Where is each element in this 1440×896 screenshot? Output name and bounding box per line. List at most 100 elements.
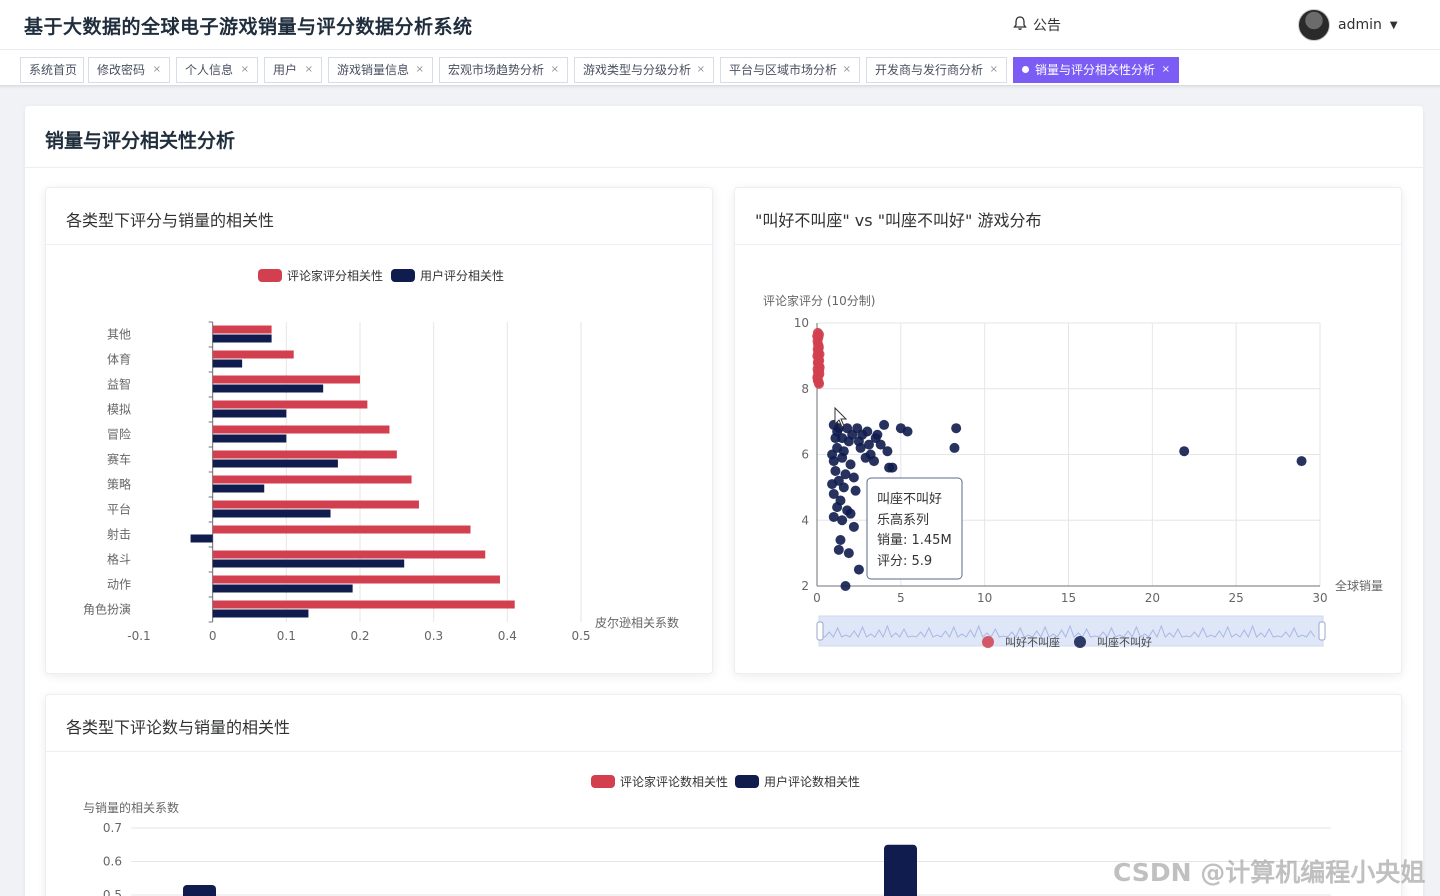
- bestseller-point: [843, 436, 854, 447]
- close-icon[interactable]: ×: [305, 58, 313, 82]
- x-tick-label: 0.4: [498, 629, 517, 643]
- y-axis-title: 评论家评分 (10分制): [763, 293, 875, 308]
- tab-2[interactable]: 修改密码 ×: [88, 57, 170, 83]
- scatter-distribution-card: "叫好不叫座" vs "叫座不叫好" 游戏分布 评论家评分 (10分制) 2 4 6 8…: [734, 187, 1402, 674]
- y-tick-label: 2: [801, 579, 809, 593]
- user-bar: [212, 609, 309, 618]
- genre-score-correlation-chart: 评论家评分相关性 用户评分相关性 -0.1 0 0.1 0.2 0.3 0.4 0.5 其他体育益…: [83, 268, 679, 643]
- x-tick-label: 0.3: [424, 629, 443, 643]
- category-label: 平台: [107, 502, 131, 517]
- y-axis-title: 与销量的相关系数: [83, 800, 179, 815]
- category-label: 益智: [107, 377, 131, 392]
- x-axis-title: 全球销量: [1335, 578, 1383, 593]
- bestseller-point: [832, 502, 843, 513]
- tags-view: 系统首页 修改密码 × 个人信息 × 用户 × 游戏销量信息 × 宏观市场趋势分析 × 游戏类型与分级…: [0, 50, 1440, 86]
- category-label: 模拟: [107, 403, 131, 417]
- user-bar: [212, 559, 405, 568]
- caret-down-icon: ▼: [1389, 19, 1398, 31]
- bestseller-point: [949, 442, 960, 453]
- notice-button[interactable]: 公告: [1012, 15, 1061, 35]
- tab-label: 修改密码: [97, 63, 146, 77]
- tab-label: 销量与评分相关性分析: [1035, 63, 1156, 77]
- bestseller-point: [837, 452, 848, 463]
- bestseller-point: [838, 482, 849, 493]
- genre-score-correlation-card: 各类型下评分与销量的相关性 评论家评分相关性 用户评分相关性 -0.1 0 0.1 0.2…: [45, 187, 713, 674]
- tab-8[interactable]: 平台与区域市场分析 ×: [720, 57, 860, 83]
- legend-swatch: [258, 269, 282, 282]
- tab-9[interactable]: 开发商与发行商分析 ×: [866, 57, 1007, 83]
- tooltip-category: 叫座不叫好: [877, 492, 942, 507]
- close-icon[interactable]: ×: [843, 58, 851, 82]
- category-label: 策略: [107, 477, 131, 492]
- y-tick-label: 0.7: [103, 821, 122, 835]
- x-tick-label: 0.1: [277, 629, 296, 643]
- divider: [25, 167, 1423, 168]
- tooltip-score: 评分: 5.9: [877, 554, 932, 569]
- tab-5[interactable]: 游戏销量信息 ×: [328, 57, 433, 83]
- user-bar: [212, 459, 338, 468]
- tab-4[interactable]: 用户 ×: [264, 57, 322, 83]
- x-tick-label: 30: [1312, 591, 1327, 605]
- close-icon[interactable]: ×: [697, 58, 705, 82]
- y-tick-label: 6: [801, 448, 809, 462]
- user-bar: [212, 334, 272, 343]
- tooltip-sales: 销量: 1.45M: [877, 533, 952, 548]
- top-navbar: 基于大数据的全球电子游戏销量与评分数据分析系统 公告 admin ▼: [0, 0, 1440, 50]
- avatar[interactable]: [1298, 9, 1330, 41]
- category-label: 体育: [107, 352, 131, 367]
- critic-bar: [212, 375, 360, 384]
- tab-label: 开发商与发行商分析: [875, 63, 984, 77]
- user-bar: [212, 359, 243, 368]
- category-label: 赛车: [107, 452, 131, 467]
- user-menu[interactable]: admin ▼: [1298, 9, 1398, 41]
- bestseller-point: [840, 581, 851, 591]
- tab-label: 系统首页: [29, 63, 78, 77]
- legend-label: 用户评论数相关性: [764, 774, 860, 789]
- critic-bar: [212, 525, 471, 534]
- close-icon[interactable]: ×: [551, 58, 559, 82]
- close-icon[interactable]: ×: [416, 58, 424, 82]
- bestseller-point: [850, 485, 861, 496]
- tab-3[interactable]: 个人信息 ×: [176, 57, 258, 83]
- page-title: 销量与评分相关性分析: [45, 130, 236, 152]
- legend-swatch: [982, 636, 994, 648]
- tab-6[interactable]: 宏观市场趋势分析 ×: [439, 57, 568, 83]
- category-label: 射击: [107, 527, 131, 542]
- bestseller-point: [879, 419, 890, 430]
- bestseller-point: [845, 459, 856, 470]
- bestseller-point: [833, 544, 844, 555]
- bestseller-point: [1296, 456, 1307, 467]
- close-icon[interactable]: ×: [153, 58, 161, 82]
- user-bar: [212, 434, 287, 443]
- x-tick-label: 10: [977, 591, 992, 605]
- x-tick-label: 0: [209, 629, 217, 643]
- bestseller-point: [830, 465, 841, 476]
- close-icon[interactable]: ×: [990, 58, 998, 82]
- acclaimed-point: [814, 355, 825, 366]
- legend-swatch: [391, 269, 415, 282]
- bestseller-point: [1179, 446, 1190, 457]
- user-bar: [190, 534, 213, 543]
- tab-10[interactable]: 销量与评分相关性分析 ×: [1013, 57, 1179, 83]
- bestseller-point: [951, 423, 962, 434]
- bestseller-point: [848, 521, 859, 532]
- critic-bar: [212, 400, 368, 409]
- y-tick-label: 8: [801, 382, 809, 396]
- x-tick-label: -0.1: [127, 629, 150, 643]
- close-icon[interactable]: ×: [1162, 58, 1170, 82]
- active-dot-icon: [1022, 66, 1029, 73]
- scatter-distribution-chart: 评论家评分 (10分制)2468100 5 10 15 20 25 30全球销量叫座不叫好乐…: [763, 293, 1383, 649]
- critic-bar: [212, 450, 397, 459]
- bell-icon: [1012, 15, 1028, 35]
- x-axis-title: 皮尔逊相关系数: [595, 615, 679, 630]
- tab-7[interactable]: 游戏类型与分级分析 ×: [574, 57, 714, 83]
- close-icon[interactable]: ×: [241, 58, 249, 82]
- bestseller-point: [869, 456, 880, 467]
- x-tick-label: 25: [1229, 591, 1244, 605]
- user-bar: [212, 384, 324, 393]
- bestseller-point: [832, 442, 843, 453]
- tab-label: 游戏类型与分级分析: [583, 63, 692, 77]
- tab-label: 平台与区域市场分析: [729, 63, 838, 77]
- tab-1[interactable]: 系统首页: [20, 57, 84, 83]
- x-tick-label: 0: [813, 591, 821, 605]
